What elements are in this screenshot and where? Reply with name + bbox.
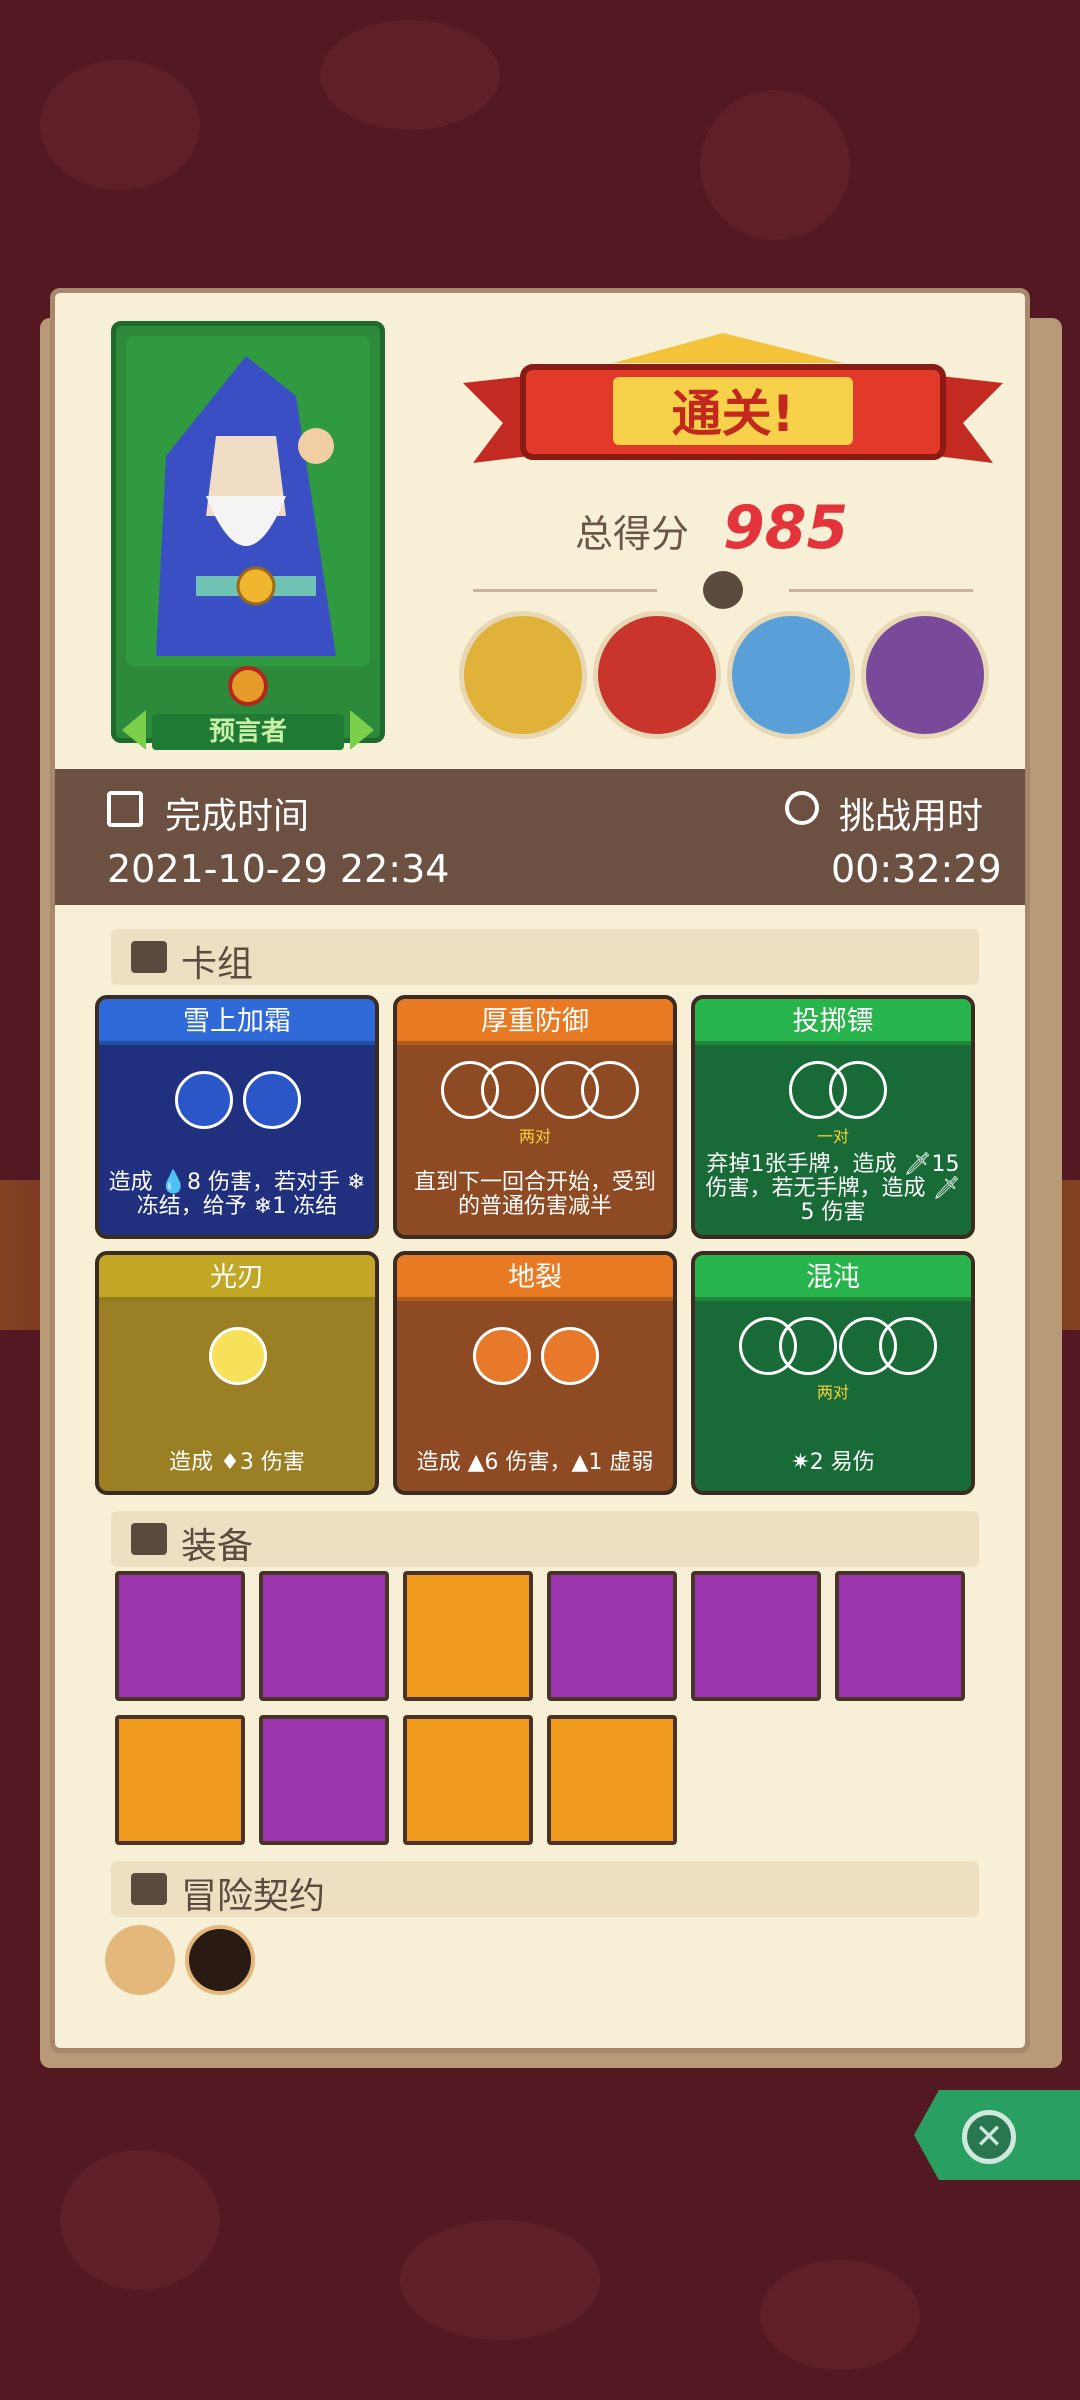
total-score-value: 985 <box>723 493 849 563</box>
calendar-icon <box>107 791 143 827</box>
equipment-section-title: 装备 <box>181 1526 254 1567</box>
contract-section-title: 冒险契约 <box>181 1876 326 1917</box>
colorful-bowl-icon[interactable] <box>115 1715 245 1845</box>
tunic-icon[interactable] <box>835 1571 965 1701</box>
total-score-label: 总得分 <box>575 512 690 556</box>
scroll-icon[interactable] <box>105 1925 175 1995</box>
prev-hero-arrow-icon[interactable] <box>122 710 146 750</box>
vase-icon[interactable] <box>403 1571 533 1701</box>
card-title: 雪上加霜 <box>99 999 375 1045</box>
contract-section-header: 冒险契约 <box>111 1861 979 1917</box>
card-title: 投掷镖 <box>695 999 971 1045</box>
card-title: 厚重防御 <box>397 999 673 1045</box>
boss-dragon-icon[interactable] <box>861 611 989 739</box>
card-description: 弃掉1张手牌，造成 🗡15 伤害，若无手牌，造成 🗡5 伤害 <box>705 1152 961 1225</box>
background-shape <box>400 2220 600 2340</box>
card-description: 直到下一回合开始，受到的普通伤害减半 <box>413 1170 656 1219</box>
card-requirement: 一对 <box>816 1127 849 1146</box>
rank-medal-icon <box>228 666 268 706</box>
card-snow-frost[interactable]: 雪上加霜 造成 💧8 伤害，若对手 ❄ 冻结，给予 ❄1 冻结 <box>95 995 379 1239</box>
boss-robot-icon[interactable] <box>593 611 721 739</box>
background-shape <box>700 90 850 240</box>
dice-slot-icon <box>829 1061 887 1119</box>
challenge-time-label: 挑战用时 <box>839 796 984 837</box>
victory-banner: 通关! <box>463 333 1003 463</box>
dice-slot-icon <box>175 1071 233 1129</box>
stopwatch-icon <box>785 791 819 825</box>
card-light-blade[interactable]: 光刃 造成 ♦3 伤害 <box>95 1251 379 1495</box>
time-band: 完成时间 2021-10-29 22:34 挑战用时 00:32:29 <box>55 769 1025 905</box>
person-icon <box>131 1873 167 1905</box>
card-description: 造成 ♦3 伤害 <box>169 1450 305 1475</box>
next-hero-arrow-icon[interactable] <box>350 710 374 750</box>
complete-time-label: 完成时间 <box>165 796 310 837</box>
card-requirement: 两对 <box>816 1383 849 1402</box>
divider-right <box>789 589 973 592</box>
flame-heart-icon[interactable] <box>259 1715 389 1845</box>
card-title: 地裂 <box>397 1255 673 1301</box>
dice-slot-icon <box>209 1327 267 1385</box>
card-description: ✷2 易伤 <box>791 1450 875 1475</box>
card-heavy-defense[interactable]: 厚重防御 两对 直到下一回合开始，受到的普通伤害减半 <box>393 995 677 1239</box>
background-shape <box>760 2260 920 2370</box>
dice-slot-icon <box>779 1317 837 1375</box>
equipment-section-header: 装备 <box>111 1511 979 1567</box>
mushroom-icon[interactable] <box>115 1571 245 1701</box>
victory-banner-text: 通关! <box>672 385 795 443</box>
fire-ring-icon[interactable] <box>547 1571 677 1701</box>
dice-slot-icon <box>243 1071 301 1129</box>
boss-witch-icon[interactable] <box>459 611 587 739</box>
background-shape <box>320 20 500 130</box>
card-earth-split[interactable]: 地裂 造成 ▲6 伤害，▲1 虚弱 <box>393 1251 677 1495</box>
card-description: 造成 ▲6 伤害，▲1 虚弱 <box>416 1450 654 1475</box>
divider-left <box>473 589 657 592</box>
result-panel: 预言者 通关! 总得分 985 完成时间 2021-10-29 22:34 挑战… <box>50 288 1030 2053</box>
box-icon <box>131 1523 167 1555</box>
hero-portrait <box>126 336 370 666</box>
crown-box-icon[interactable] <box>403 1715 533 1845</box>
dice-slot-icon <box>879 1317 937 1375</box>
card-title: 混沌 <box>695 1255 971 1301</box>
dice-slot-icon <box>481 1061 539 1119</box>
card-description: 造成 💧8 伤害，若对手 ❄ 冻结，给予 ❄1 冻结 <box>108 1170 366 1219</box>
hero-card[interactable]: 预言者 <box>111 321 385 750</box>
card-title: 光刃 <box>99 1255 375 1301</box>
hero-name: 预言者 <box>152 714 344 750</box>
background-shape <box>60 2150 220 2290</box>
skull-emblem-icon <box>703 571 743 609</box>
deck-section-header: 卡组 <box>111 929 979 985</box>
challenge-time-value: 00:32:29 <box>831 847 1002 891</box>
skull-book-icon[interactable] <box>259 1571 389 1701</box>
card-chaos[interactable]: 混沌 两对 ✷2 易伤 <box>691 1251 975 1495</box>
card-requirement: 两对 <box>518 1127 551 1146</box>
cards-icon <box>131 941 167 973</box>
complete-time-value: 2021-10-29 22:34 <box>107 847 450 891</box>
boss-yeti-icon[interactable] <box>727 611 855 739</box>
close-icon[interactable]: ✕ <box>962 2110 1016 2164</box>
card-throwing-dart[interactable]: 投掷镖 一对 弃掉1张手牌，造成 🗡15 伤害，若无手牌，造成 🗡5 伤害 <box>691 995 975 1239</box>
horn-icon[interactable] <box>185 1925 255 1995</box>
gem-shield-icon[interactable] <box>547 1715 677 1845</box>
cheese-icon[interactable] <box>691 1571 821 1701</box>
dice-slot-icon <box>541 1327 599 1385</box>
background-shape <box>40 60 200 190</box>
deck-section-title: 卡组 <box>181 944 254 985</box>
dice-slot-icon <box>581 1061 639 1119</box>
dice-slot-icon <box>473 1327 531 1385</box>
